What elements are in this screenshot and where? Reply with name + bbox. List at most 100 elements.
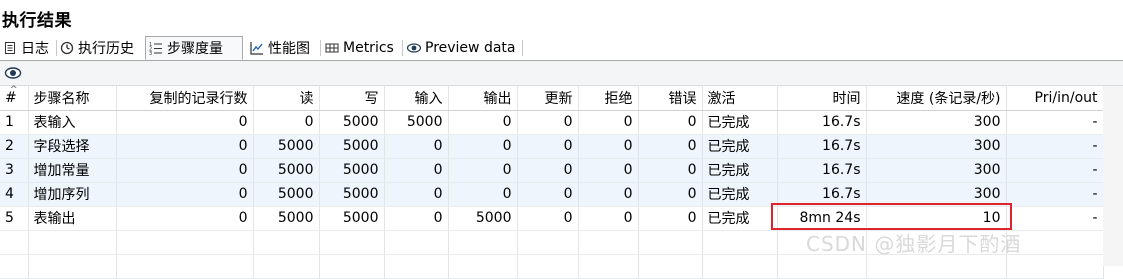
column-header-errors[interactable]: 错误: [638, 86, 703, 111]
cell-pri-in-out: -: [1006, 158, 1104, 183]
cell-copied-rows: 0: [116, 110, 254, 135]
cell-updated: 0: [517, 182, 579, 207]
table-row[interactable]: 1 表输入 0 0 5000 5000 0 0 0 0 已完成 16.7s 30…: [0, 110, 1104, 135]
cell-index: 1: [0, 110, 29, 135]
cell-step-name: 字段选择: [28, 134, 117, 159]
cell-errors: 0: [638, 134, 703, 159]
cell-errors: 0: [638, 158, 703, 183]
cell-input: 0: [384, 206, 449, 231]
cell-copied-rows: 0: [116, 134, 254, 159]
column-header-speed[interactable]: 速度 (条记录/秒): [866, 86, 1007, 111]
column-header-pri-in-out[interactable]: Pri/in/out: [1006, 86, 1104, 111]
tab-metrics[interactable]: Metrics: [322, 37, 401, 59]
column-header-rejected[interactable]: 拒绝: [578, 86, 639, 111]
cell-output: 0: [448, 110, 518, 135]
cell-errors: 0: [638, 206, 703, 231]
history-icon: [60, 41, 74, 55]
cell-written: 5000: [319, 110, 385, 135]
tab-preview-data[interactable]: Preview data: [404, 37, 522, 59]
eye-icon[interactable]: [4, 65, 22, 81]
cell-active: 已完成: [702, 158, 778, 183]
tab-label: 性能图: [268, 41, 310, 57]
column-header-time[interactable]: 时间: [777, 86, 867, 111]
column-header-step-name[interactable]: 步骤名称: [28, 86, 117, 111]
cell-speed: 300: [866, 158, 1007, 183]
cell-output: 0: [448, 134, 518, 159]
cell-read: 5000: [253, 182, 320, 207]
cell-errors: 0: [638, 110, 703, 135]
panel-title: 执行结果: [2, 11, 72, 31]
cell-active: 已完成: [702, 134, 778, 159]
cell-pri-in-out: -: [1006, 206, 1104, 231]
cell-input: 5000: [384, 110, 449, 135]
cell-output: 5000: [448, 206, 518, 231]
tab-divider: [402, 40, 403, 56]
column-header-output[interactable]: 输出: [448, 86, 518, 111]
tab-performance-graph[interactable]: 性能图: [247, 37, 319, 59]
cell-read: 5000: [253, 206, 320, 231]
cell-read: 5000: [253, 134, 320, 159]
cell-index: 4: [0, 182, 29, 207]
table-row[interactable]: 2 字段选择 0 5000 5000 0 0 0 0 0 已完成 16.7s 3…: [0, 134, 1104, 159]
cell-updated: 0: [517, 206, 579, 231]
metrics-icon: [325, 41, 339, 55]
toolbar: [0, 61, 1123, 86]
cell-step-name: 增加常量: [28, 158, 117, 183]
cell-output: 0: [448, 158, 518, 183]
cell-step-name: 表输出: [28, 206, 117, 231]
cell-rejected: 0: [578, 182, 639, 207]
cell-input: 0: [384, 134, 449, 159]
tab-history[interactable]: 执行历史: [57, 37, 144, 59]
table-header-row: # 步骤名称 复制的记录行数 读 写 输入 输出 更新 拒绝 错误 激活 时间 …: [0, 86, 1104, 111]
cell-rejected: 0: [578, 134, 639, 159]
cell-pri-in-out: -: [1006, 134, 1104, 159]
column-header-input[interactable]: 输入: [384, 86, 449, 111]
cell-read: 0: [253, 110, 320, 135]
tab-divider: [320, 40, 321, 56]
tab-divider: [522, 40, 523, 56]
cell-rejected: 0: [578, 206, 639, 231]
column-header-read[interactable]: 读: [253, 86, 320, 111]
column-header-copied-rows[interactable]: 复制的记录行数: [116, 86, 254, 111]
svg-text:3: 3: [149, 51, 152, 55]
table-row[interactable]: 3 增加常量 0 5000 5000 0 0 0 0 0 已完成 16.7s 3…: [0, 158, 1104, 183]
cell-copied-rows: 0: [116, 206, 254, 231]
cell-index: 2: [0, 134, 29, 159]
cell-active: 已完成: [702, 182, 778, 207]
cell-updated: 0: [517, 158, 579, 183]
tab-label: Preview data: [425, 40, 516, 56]
panel-header: 执行结果: [0, 0, 1123, 36]
cell-written: 5000: [319, 206, 385, 231]
cell-copied-rows: 0: [116, 158, 254, 183]
performance-graph-icon: [250, 41, 264, 55]
tab-label: 执行历史: [78, 41, 134, 57]
cell-read: 5000: [253, 158, 320, 183]
cell-index: 5: [0, 206, 29, 231]
log-icon: [3, 41, 17, 55]
cell-active: 已完成: [702, 206, 778, 231]
step-metrics-icon: 123: [149, 41, 163, 57]
tab-label: 步骤度量: [167, 41, 223, 57]
tab-log[interactable]: 日志: [0, 37, 56, 59]
vertical-scrollbar[interactable]: [1103, 86, 1123, 266]
cell-speed: 300: [866, 134, 1007, 159]
cell-time: 16.7s: [777, 158, 867, 183]
tab-bar: 日志 执行历史 123 步骤度量 性能图 Metrics Preview dat…: [0, 36, 1123, 61]
empty-row: [0, 254, 1104, 279]
cell-rejected: 0: [578, 110, 639, 135]
column-header-written[interactable]: 写: [319, 86, 385, 111]
column-header-updated[interactable]: 更新: [517, 86, 579, 111]
cell-time: 16.7s: [777, 134, 867, 159]
cell-pri-in-out: -: [1006, 110, 1104, 135]
cell-pri-in-out: -: [1006, 182, 1104, 207]
cell-updated: 0: [517, 134, 579, 159]
cell-index: 3: [0, 158, 29, 183]
cell-copied-rows: 0: [116, 182, 254, 207]
column-header-active[interactable]: 激活: [702, 86, 778, 111]
tab-label: 日志: [21, 41, 49, 57]
cell-updated: 0: [517, 110, 579, 135]
tab-step-metrics[interactable]: 123 步骤度量: [145, 36, 243, 60]
cell-rejected: 0: [578, 158, 639, 183]
cell-active: 已完成: [702, 110, 778, 135]
cell-written: 5000: [319, 134, 385, 159]
